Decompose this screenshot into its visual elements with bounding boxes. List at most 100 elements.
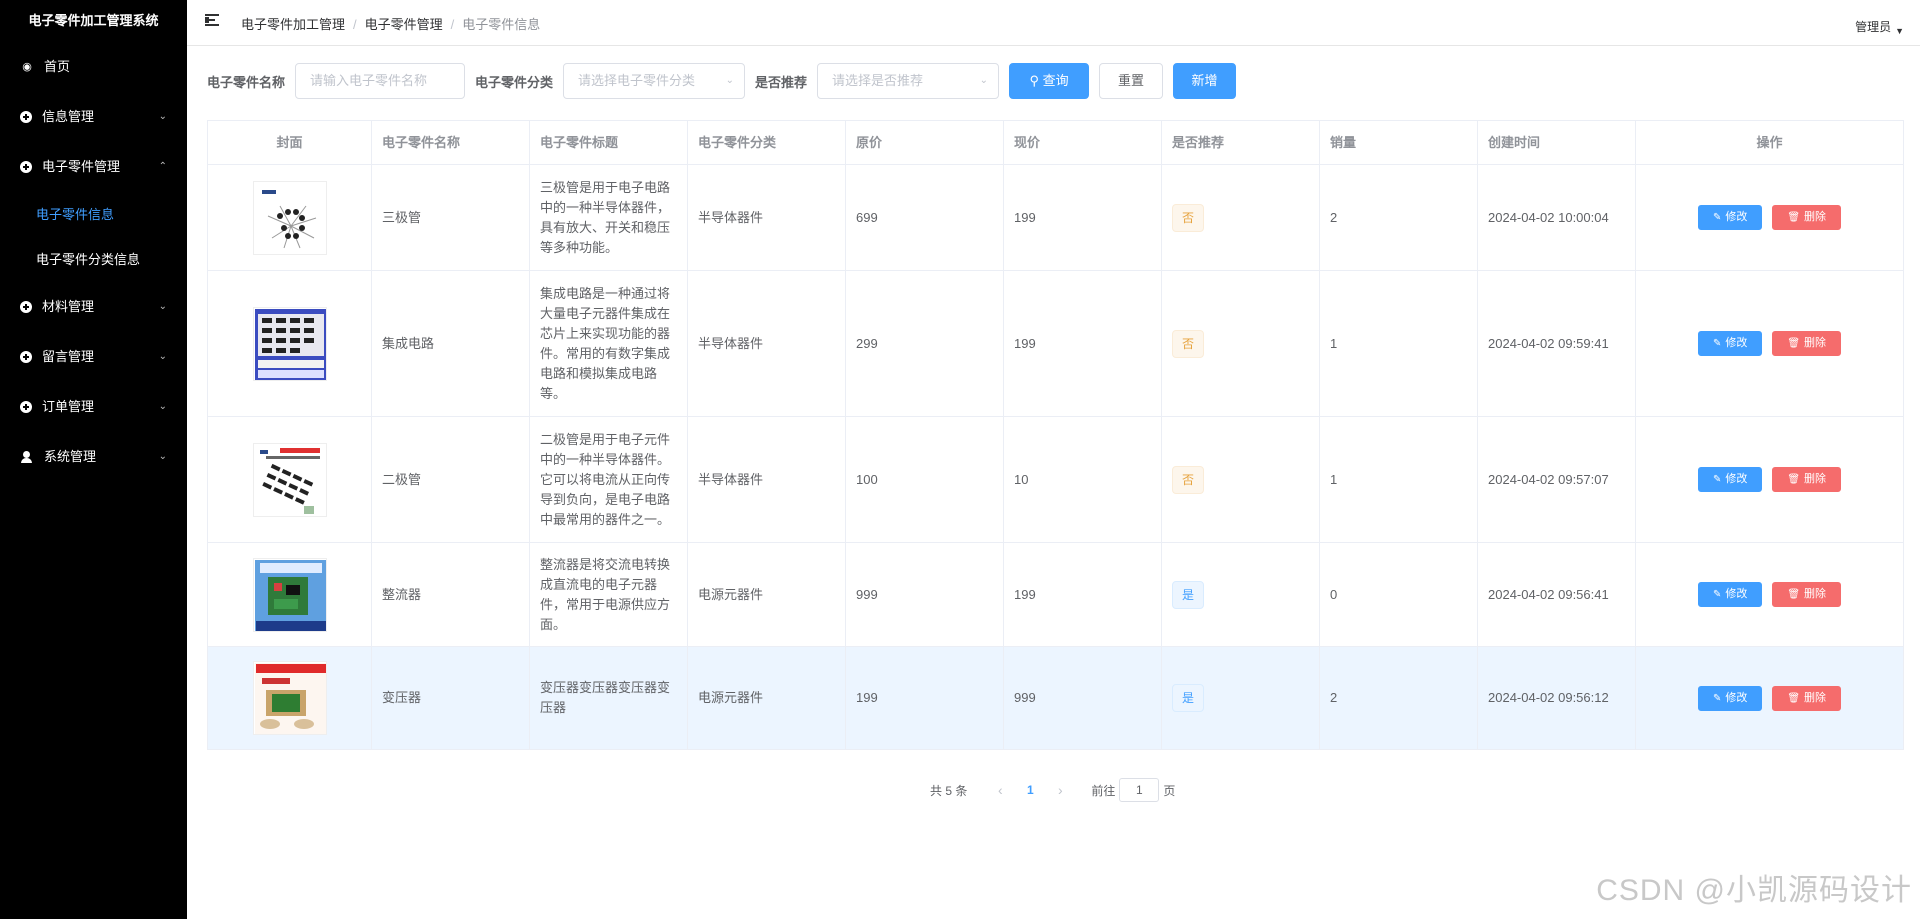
goto-prefix: 前往 bbox=[1091, 783, 1116, 798]
breadcrumb: 电子零件加工管理 / 电子零件管理 / 电子零件信息 bbox=[241, 17, 541, 32]
current-price: 199 bbox=[1004, 165, 1162, 270]
plus-circle-icon bbox=[20, 400, 32, 413]
sidebar-item-materials[interactable]: 材料管理 ⌄ bbox=[0, 282, 187, 332]
sidebar: 电子零件加工管理系统 ◉ 首页 信息管理 ⌄ 电子零件管理 ⌃ 电子零件信息 电子… bbox=[0, 0, 187, 919]
cover-image[interactable] bbox=[252, 180, 327, 255]
total-count: 共 5 条 bbox=[930, 783, 968, 798]
sales-count: 1 bbox=[1320, 417, 1478, 542]
edit-button[interactable]: ✎ 修改 bbox=[1697, 582, 1763, 607]
edit-button[interactable]: ✎ 修改 bbox=[1697, 331, 1763, 356]
menu-toggle-icon[interactable] bbox=[205, 14, 221, 28]
chevron-down-icon: ⌄ bbox=[158, 401, 167, 412]
add-button[interactable]: 新增 bbox=[1173, 63, 1237, 99]
delete-button[interactable]: 🗑 删除 bbox=[1772, 331, 1842, 356]
original-price: 999 bbox=[846, 543, 1004, 646]
sidebar-subitem-parts-category[interactable]: 电子零件分类信息 bbox=[0, 237, 187, 282]
sidebar-item-label: 信息管理 bbox=[42, 109, 95, 124]
column-header: 创建时间 bbox=[1478, 121, 1636, 164]
created-time: 2024-04-02 10:00:04 bbox=[1478, 165, 1636, 270]
edit-icon: ✎ bbox=[1712, 212, 1722, 223]
page-number[interactable]: 1 bbox=[1015, 783, 1045, 797]
next-page-icon[interactable]: › bbox=[1045, 782, 1075, 798]
sidebar-item-home[interactable]: ◉ 首页 bbox=[0, 42, 187, 92]
trash-icon: 🗑 bbox=[1787, 338, 1801, 349]
name-filter-label: 电子零件名称 bbox=[207, 74, 286, 90]
column-header: 操作 bbox=[1756, 134, 1783, 150]
breadcrumb-item[interactable]: 电子零件管理 bbox=[365, 17, 443, 32]
sidebar-item-orders[interactable]: 订单管理 ⌄ bbox=[0, 382, 187, 432]
original-price: 199 bbox=[846, 647, 1004, 749]
edit-button[interactable]: ✎ 修改 bbox=[1697, 685, 1763, 711]
part-category: 半导体器件 bbox=[688, 271, 846, 416]
trash-icon: 🗑 bbox=[1787, 474, 1801, 485]
trash-icon: 🗑 bbox=[1787, 212, 1801, 223]
cover-image[interactable] bbox=[252, 661, 327, 735]
table-row: 集成电路 集成电路是一种通过将大量电子元器件集成在芯片上来实现功能的器件。常用的… bbox=[208, 271, 1903, 417]
delete-button[interactable]: 🗑 删除 bbox=[1772, 582, 1842, 607]
sidebar-subitem-parts-info[interactable]: 电子零件信息 bbox=[0, 192, 187, 237]
edit-button[interactable]: ✎ 修改 bbox=[1697, 467, 1763, 492]
column-header: 电子零件标题 bbox=[530, 121, 688, 164]
edit-button[interactable]: ✎ 修改 bbox=[1697, 205, 1763, 230]
user-icon bbox=[20, 450, 34, 463]
created-time: 2024-04-02 09:57:07 bbox=[1478, 417, 1636, 542]
edit-icon: ✎ bbox=[1712, 474, 1722, 485]
part-title: 三极管是用于电子电路中的一种半导体器件，具有放大、开关和稳压等多种功能。 bbox=[530, 165, 688, 270]
recommend-badge: 是 bbox=[1172, 684, 1205, 712]
category-filter-label: 电子零件分类 bbox=[475, 74, 554, 90]
table-row: 整流器 整流器是将交流电转换成直流电的电子元器件，常用于电源供应方面。 电源元器… bbox=[208, 543, 1903, 647]
part-title: 整流器是将交流电转换成直流电的电子元器件，常用于电源供应方面。 bbox=[530, 543, 688, 646]
category-select[interactable]: 请选择电子零件分类 ⌄ bbox=[563, 63, 746, 99]
chevron-down-icon: ⌄ bbox=[158, 111, 167, 122]
goto-page-input[interactable]: 1 bbox=[1119, 778, 1160, 802]
user-dropdown[interactable]: 管理员 ▼ bbox=[1855, 18, 1904, 36]
sidebar-item-messages[interactable]: 留言管理 ⌄ bbox=[0, 332, 187, 382]
part-name: 集成电路 bbox=[372, 271, 530, 416]
sidebar-item-label: 首页 bbox=[44, 59, 71, 74]
column-header: 现价 bbox=[1004, 121, 1162, 164]
column-header: 电子零件分类 bbox=[688, 121, 846, 164]
query-button[interactable]: ⚲ 查询 bbox=[1009, 63, 1090, 99]
trash-icon: 🗑 bbox=[1787, 692, 1801, 704]
delete-button[interactable]: 🗑 删除 bbox=[1772, 685, 1842, 711]
chevron-down-icon: ⌄ bbox=[725, 75, 735, 86]
table-row: 变压器 变压器变压器变压器变压器 电源元器件 199 999 是 2 2024-… bbox=[208, 647, 1903, 750]
created-time: 2024-04-02 09:56:41 bbox=[1478, 543, 1636, 646]
sales-count: 1 bbox=[1320, 271, 1478, 416]
prev-page-icon[interactable]: ‹ bbox=[985, 782, 1015, 798]
reset-button[interactable]: 重置 bbox=[1099, 63, 1164, 99]
part-category: 半导体器件 bbox=[688, 417, 846, 542]
column-header: 是否推荐 bbox=[1162, 121, 1320, 164]
sidebar-item-info[interactable]: 信息管理 ⌄ bbox=[0, 92, 187, 142]
recommend-badge: 否 bbox=[1172, 203, 1205, 232]
current-price: 199 bbox=[1004, 271, 1162, 416]
part-name: 变压器 bbox=[372, 647, 530, 749]
cover-image[interactable] bbox=[252, 306, 327, 381]
recommend-badge: 否 bbox=[1172, 329, 1205, 358]
part-category: 电源元器件 bbox=[688, 647, 846, 749]
sidebar-item-label: 订单管理 bbox=[42, 399, 95, 414]
created-time: 2024-04-02 09:56:12 bbox=[1478, 647, 1636, 749]
recommend-filter-label: 是否推荐 bbox=[755, 74, 808, 90]
column-header: 封面 bbox=[208, 121, 372, 164]
table-row: 三极管 三极管是用于电子电路中的一种半导体器件，具有放大、开关和稳压等多种功能。… bbox=[208, 165, 1903, 271]
sidebar-item-parts[interactable]: 电子零件管理 ⌃ bbox=[0, 142, 187, 192]
recommend-badge: 否 bbox=[1172, 465, 1205, 494]
sidebar-item-system[interactable]: 系统管理 ⌄ bbox=[0, 432, 187, 482]
recommend-select[interactable]: 请选择是否推荐 ⌄ bbox=[817, 63, 1000, 99]
caret-down-icon: ▼ bbox=[1895, 26, 1904, 36]
search-bar: 电子零件名称 请输入电子零件名称 电子零件分类 请选择电子零件分类 ⌄ 是否推荐 … bbox=[207, 63, 1237, 99]
goto-suffix: 页 bbox=[1163, 783, 1176, 798]
breadcrumb-current: 电子零件信息 bbox=[462, 17, 541, 32]
trash-icon: 🗑 bbox=[1787, 589, 1801, 600]
created-time: 2024-04-02 09:59:41 bbox=[1478, 271, 1636, 416]
delete-button[interactable]: 🗑 删除 bbox=[1772, 205, 1842, 230]
cover-image[interactable] bbox=[252, 557, 327, 632]
delete-button[interactable]: 🗑 删除 bbox=[1772, 467, 1842, 492]
name-filter-input[interactable]: 请输入电子零件名称 bbox=[295, 63, 466, 99]
breadcrumb-item[interactable]: 电子零件加工管理 bbox=[241, 17, 345, 32]
cover-image[interactable] bbox=[252, 442, 327, 517]
search-icon: ⚲ bbox=[1029, 73, 1039, 88]
part-category: 半导体器件 bbox=[688, 165, 846, 270]
part-title: 变压器变压器变压器变压器 bbox=[530, 647, 688, 749]
